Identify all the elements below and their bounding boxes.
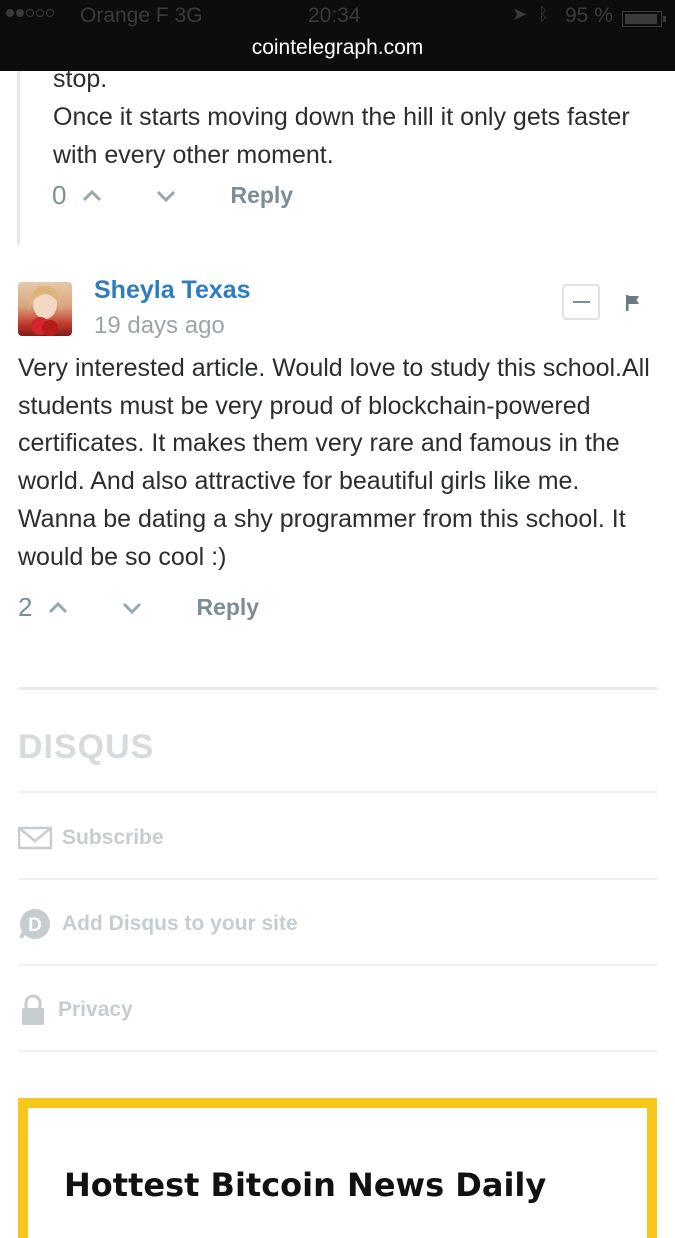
upvote-icon[interactable]: [46, 596, 70, 620]
comment-vote-row: 2 Reply: [18, 592, 259, 623]
collapse-button[interactable]: [562, 284, 600, 320]
downvote-icon[interactable]: [120, 596, 144, 620]
divider: [18, 964, 657, 966]
location-icon: ➤: [512, 4, 528, 24]
subscribe-link[interactable]: Subscribe: [18, 818, 164, 858]
carrier-label: Orange F 3G: [80, 4, 203, 27]
address-bar[interactable]: cointelegraph.com: [0, 36, 675, 60]
reply-vote-row: 0 Reply: [52, 180, 293, 211]
avatar[interactable]: [18, 282, 72, 336]
privacy-link[interactable]: Privacy: [18, 990, 133, 1030]
upvote-icon[interactable]: [80, 184, 104, 208]
reply-button[interactable]: Reply: [230, 182, 293, 209]
disqus-d-icon: D: [19, 909, 50, 939]
reply-button[interactable]: Reply: [196, 594, 259, 621]
clock: 20:34: [308, 4, 361, 27]
comment-author[interactable]: Sheyla Texas: [94, 276, 251, 305]
comment-timestamp[interactable]: 19 days ago: [94, 312, 225, 340]
status-bar: Orange F 3G 20:34 ➤ ᛒ 95 %: [0, 4, 675, 32]
top-bar: Orange F 3G 20:34 ➤ ᛒ 95 % cointelegraph…: [0, 0, 675, 71]
svg-text:D: D: [28, 915, 42, 936]
signal-strength-icon: [6, 9, 54, 17]
add-disqus-link[interactable]: D Add Disqus to your site: [18, 904, 298, 944]
reply-thread: stop. Once it starts moving down the hil…: [17, 50, 660, 245]
disqus-logo[interactable]: DISQUS: [18, 728, 154, 767]
divider: [18, 687, 657, 690]
vote-count: 0: [52, 180, 67, 210]
subscribe-label: Subscribe: [62, 826, 164, 849]
lock-icon: [22, 994, 44, 1025]
add-disqus-label: Add Disqus to your site: [62, 912, 298, 935]
newsletter-title: Hottest Bitcoin News Daily: [64, 1166, 547, 1204]
envelope-icon: [18, 826, 52, 850]
flag-icon[interactable]: [624, 294, 642, 312]
vote-count: 2: [18, 592, 33, 622]
divider: [18, 791, 657, 793]
battery-icon: [622, 11, 666, 27]
comment-body: Very interested article. Would love to s…: [18, 354, 650, 571]
privacy-label: Privacy: [58, 998, 133, 1021]
divider: [18, 1050, 657, 1052]
minus-icon: [573, 301, 590, 303]
bluetooth-icon: ᛒ: [538, 4, 549, 24]
downvote-icon[interactable]: [154, 184, 178, 208]
divider: [18, 878, 657, 880]
reply-text: Once it starts moving down the hill it o…: [53, 103, 630, 169]
battery-percent: 95 %: [565, 4, 613, 27]
reply-body: stop. Once it starts moving down the hil…: [53, 60, 653, 174]
newsletter-box: Hottest Bitcoin News Daily: [18, 1098, 657, 1238]
